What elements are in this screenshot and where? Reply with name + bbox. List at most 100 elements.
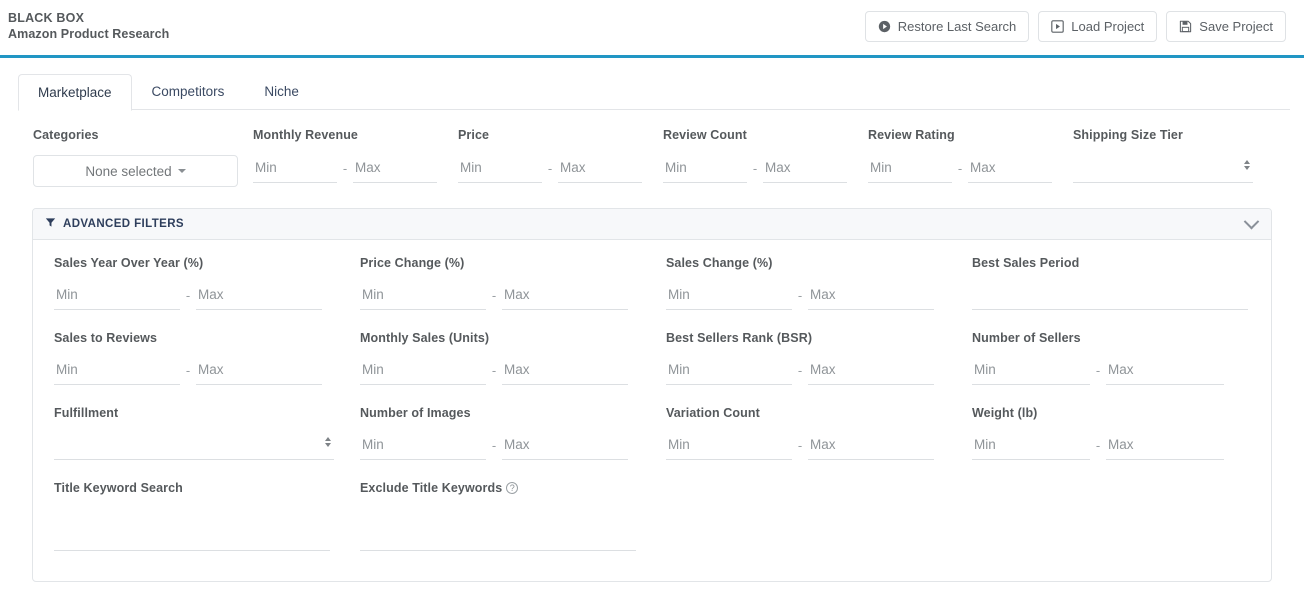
exclude-title-keywords-input[interactable]: [360, 507, 636, 551]
advanced-filters-body: Sales Year Over Year (%) - Price Change …: [33, 240, 1271, 581]
primary-filter-row: Categories None selected Monthly Revenue…: [0, 110, 1304, 187]
monthly-sales-label: Monthly Sales (Units): [360, 331, 490, 345]
review-rating-label: Review Rating: [868, 128, 955, 142]
variation-count-separator: -: [797, 438, 803, 453]
review-count-min-input[interactable]: [663, 155, 747, 183]
tab-niche-label: Niche: [264, 84, 299, 99]
save-project-button[interactable]: Save Project: [1166, 11, 1286, 42]
bsr-separator: -: [797, 363, 803, 378]
brand-block: BLACK BOX Amazon Product Research: [8, 7, 169, 42]
monthly-revenue-separator: -: [342, 161, 348, 176]
restore-last-search-button[interactable]: Restore Last Search: [864, 11, 1030, 42]
sales-yoy-separator: -: [185, 288, 191, 303]
review-rating-max-input[interactable]: [968, 155, 1052, 183]
sales-to-reviews-min-input[interactable]: [54, 357, 180, 385]
load-project-label: Load Project: [1071, 19, 1145, 34]
number-of-sellers-max-input[interactable]: [1106, 357, 1224, 385]
price-change-label: Price Change (%): [360, 256, 465, 270]
tab-marketplace[interactable]: Marketplace: [18, 74, 132, 111]
restore-last-search-label: Restore Last Search: [897, 19, 1017, 34]
caret-down-icon: [177, 169, 186, 173]
sales-to-reviews-max-input[interactable]: [196, 357, 322, 385]
review-count-label: Review Count: [663, 128, 747, 142]
variation-count-min-input[interactable]: [666, 432, 792, 460]
number-of-sellers-min-input[interactable]: [972, 357, 1090, 385]
sales-yoy-label: Sales Year Over Year (%): [54, 256, 204, 270]
chevron-down-icon[interactable]: [1243, 213, 1260, 229]
number-of-sellers-separator: -: [1095, 363, 1101, 378]
load-project-button[interactable]: Load Project: [1038, 11, 1158, 42]
filter-review-rating: Review Rating -: [868, 128, 1073, 187]
number-of-images-separator: -: [491, 438, 497, 453]
review-rating-min-input[interactable]: [868, 155, 952, 183]
play-square-icon: [1051, 20, 1065, 33]
filter-best-sales-period: Best Sales Period: [972, 256, 1253, 310]
number-of-images-max-input[interactable]: [502, 432, 628, 460]
tab-competitors[interactable]: Competitors: [132, 73, 245, 110]
title-keyword-search-label: Title Keyword Search: [54, 481, 183, 495]
filter-categories: Categories None selected: [33, 128, 253, 187]
filter-title-keyword-search: Title Keyword Search: [54, 481, 360, 551]
filter-sales-to-reviews: Sales to Reviews -: [54, 331, 360, 385]
app-header: BLACK BOX Amazon Product Research Restor…: [0, 0, 1304, 55]
filter-review-count: Review Count -: [663, 128, 868, 187]
weight-label: Weight (lb): [972, 406, 1038, 420]
variation-count-max-input[interactable]: [808, 432, 934, 460]
advanced-filters-header[interactable]: ADVANCED FILTERS: [33, 209, 1271, 240]
weight-min-input[interactable]: [972, 432, 1090, 460]
question-circle-icon[interactable]: ?: [506, 482, 519, 494]
fulfillment-label: Fulfillment: [54, 406, 119, 420]
filter-best-sellers-rank: Best Sellers Rank (BSR) -: [666, 331, 972, 385]
sales-to-reviews-label: Sales to Reviews: [54, 331, 158, 345]
filter-weight: Weight (lb) -: [972, 406, 1253, 460]
grid-spacer: [972, 481, 1253, 551]
exclude-title-keywords-text: Exclude Title Keywords: [360, 481, 503, 495]
number-of-sellers-label: Number of Sellers: [972, 331, 1081, 345]
weight-max-input[interactable]: [1106, 432, 1224, 460]
price-min-input[interactable]: [458, 155, 542, 183]
review-count-max-input[interactable]: [763, 155, 847, 183]
filter-number-of-images: Number of Images -: [360, 406, 666, 460]
monthly-sales-separator: -: [491, 363, 497, 378]
monthly-revenue-min-input[interactable]: [253, 155, 337, 183]
monthly-revenue-max-input[interactable]: [353, 155, 437, 183]
price-change-max-input[interactable]: [502, 282, 628, 310]
filter-price-change: Price Change (%) -: [360, 256, 666, 310]
price-max-input[interactable]: [558, 155, 642, 183]
sales-to-reviews-separator: -: [185, 363, 191, 378]
number-of-images-min-input[interactable]: [360, 432, 486, 460]
filter-sales-change: Sales Change (%) -: [666, 256, 972, 310]
advanced-filters-panel: ADVANCED FILTERS Sales Year Over Year (%…: [32, 208, 1272, 582]
tab-marketplace-label: Marketplace: [38, 85, 112, 100]
filter-variation-count: Variation Count -: [666, 406, 972, 460]
bsr-min-input[interactable]: [666, 357, 792, 385]
bsr-max-input[interactable]: [808, 357, 934, 385]
brand-title: BLACK BOX: [8, 11, 85, 25]
brand-subtitle: Amazon Product Research: [8, 27, 170, 41]
monthly-sales-max-input[interactable]: [502, 357, 628, 385]
categories-dropdown[interactable]: None selected: [33, 155, 238, 187]
bsr-label: Best Sellers Rank (BSR): [666, 331, 813, 345]
variation-count-label: Variation Count: [666, 406, 760, 420]
tab-niche[interactable]: Niche: [244, 73, 319, 110]
review-count-separator: -: [752, 161, 758, 176]
monthly-sales-min-input[interactable]: [360, 357, 486, 385]
categories-value: None selected: [85, 163, 172, 179]
sales-change-min-input[interactable]: [666, 282, 792, 310]
sales-change-max-input[interactable]: [808, 282, 934, 310]
filter-fulfillment: Fulfillment: [54, 406, 360, 460]
shipping-size-tier-select[interactable]: [1073, 155, 1253, 183]
price-change-min-input[interactable]: [360, 282, 486, 310]
filter-number-of-sellers: Number of Sellers -: [972, 331, 1253, 385]
price-label: Price: [458, 128, 490, 142]
sales-yoy-max-input[interactable]: [196, 282, 322, 310]
fulfillment-select[interactable]: [54, 432, 334, 460]
filter-monthly-sales: Monthly Sales (Units) -: [360, 331, 666, 385]
price-separator: -: [547, 161, 553, 176]
title-keyword-search-input[interactable]: [54, 507, 330, 551]
advanced-filters-title: ADVANCED FILTERS: [63, 218, 184, 230]
funnel-icon: [45, 215, 56, 233]
sales-yoy-min-input[interactable]: [54, 282, 180, 310]
header-actions: Restore Last Search Load Project Save Pr…: [864, 7, 1286, 42]
best-sales-period-input[interactable]: [972, 282, 1248, 310]
